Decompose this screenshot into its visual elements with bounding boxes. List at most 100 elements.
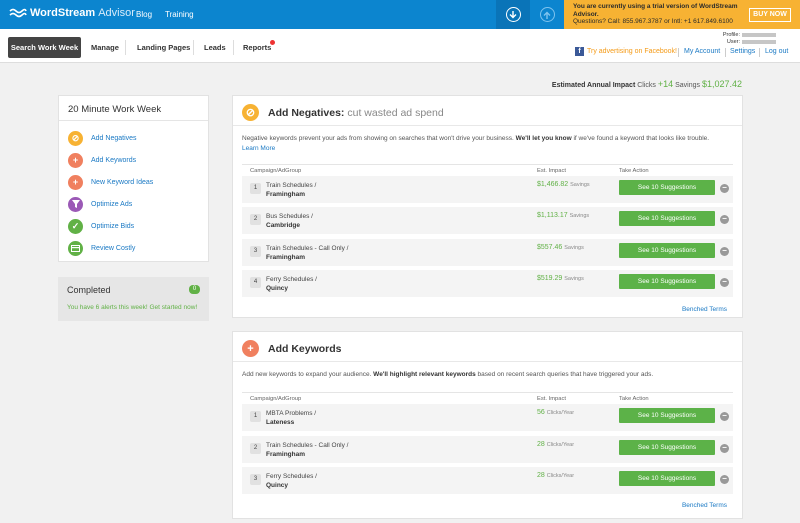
settings-link[interactable]: Settings — [730, 48, 755, 55]
my-account-link[interactable]: My Account — [684, 48, 720, 55]
row-campaign: Ferry Schedules / Quincy — [266, 472, 317, 490]
wordstream-logo[interactable]: WordStream Advisor — [9, 7, 135, 19]
plus-icon: + — [68, 174, 83, 190]
impact-unit: Savings — [564, 276, 584, 282]
tab-search-work-week[interactable]: Search Work Week — [8, 37, 81, 58]
tab-landing-pages[interactable]: Landing Pages — [137, 37, 190, 58]
card-title-text: Add Negatives: — [268, 107, 345, 119]
table-row: 2 Train Schedules - Call Only / Framingh… — [242, 436, 733, 463]
redacted-profile — [742, 32, 776, 37]
dismiss-icon[interactable]: − — [720, 475, 729, 484]
impact-unit: Clicks/Year — [546, 473, 575, 479]
completed-panel: Completed 0 You have 6 alerts this week!… — [58, 277, 209, 321]
tab-reports[interactable]: Reports — [243, 37, 271, 58]
impact-unit: Savings — [564, 245, 584, 251]
row-impact: 56 Clicks/Year — [537, 409, 574, 416]
upload-button[interactable] — [530, 0, 564, 29]
row-impact: 28 Clicks/Year — [537, 472, 574, 479]
description-text: if we've found a keyword that looks like… — [573, 135, 710, 142]
row-impact: 28 Clicks/Year — [537, 441, 574, 448]
sidebar-item-label: Review Costly — [91, 244, 136, 252]
dismiss-icon[interactable]: − — [720, 247, 729, 256]
divider — [59, 120, 208, 121]
card-icon — [68, 240, 83, 256]
profile-info: Profile: User: — [723, 32, 776, 46]
benched-terms-link[interactable]: Benched Terms — [682, 502, 727, 509]
column-campaign: Campaign/AdGroup — [250, 168, 302, 174]
adgroup-name: Quincy — [266, 285, 289, 292]
support-phone: Questions? Call: 855.967.3787 or Intl: +… — [573, 18, 733, 25]
facebook-link[interactable]: Try advertising on Facebook! — [587, 48, 677, 55]
sidebar-item-label: Optimize Ads — [91, 200, 133, 208]
adgroup-name: Cambridge — [266, 222, 300, 229]
row-campaign: Train Schedules / Framingham — [266, 181, 316, 199]
row-impact: $519.29 Savings — [537, 275, 584, 282]
row-number: 3 — [250, 246, 261, 257]
divider — [678, 48, 679, 57]
see-suggestions-button[interactable]: See 10 Suggestions — [619, 471, 715, 486]
row-number: 1 — [250, 183, 261, 194]
completed-message[interactable]: You have 6 alerts this week! Get started… — [67, 304, 197, 311]
impact-value: $1,466.82 — [537, 181, 569, 188]
description-text: Add new keywords to expand your audience… — [242, 371, 372, 378]
description-bold: We'll highlight relevant keywords — [373, 371, 476, 378]
divider — [125, 40, 126, 55]
card-subtitle: cut wasted ad spend — [347, 107, 444, 119]
see-suggestions-button[interactable]: See 10 Suggestions — [619, 180, 715, 195]
dismiss-icon[interactable]: − — [720, 278, 729, 287]
no-entry-icon: ⊘ — [242, 104, 259, 121]
row-impact: $1,466.82 Savings — [537, 181, 590, 188]
nav-training[interactable]: Training — [165, 10, 194, 19]
see-suggestions-button[interactable]: See 10 Suggestions — [619, 243, 715, 258]
sidebar-item-add-negatives[interactable]: ⊘ Add Negatives — [68, 130, 137, 146]
sidebar-item-optimize-ads[interactable]: Optimize Ads — [68, 196, 132, 212]
see-suggestions-button[interactable]: See 10 Suggestions — [619, 440, 715, 455]
dismiss-icon[interactable]: − — [720, 184, 729, 193]
work-week-panel: 20 Minute Work Week ⊘ Add Negatives + Ad… — [58, 95, 209, 262]
logout-link[interactable]: Log out — [765, 48, 788, 55]
row-number: 2 — [250, 214, 261, 225]
row-number: 1 — [250, 411, 261, 422]
dismiss-icon[interactable]: − — [720, 215, 729, 224]
sidebar-item-optimize-bids[interactable]: ✓ Optimize Bids — [68, 218, 134, 234]
see-suggestions-button[interactable]: See 10 Suggestions — [619, 274, 715, 289]
benched-terms-link[interactable]: Benched Terms — [682, 306, 727, 313]
campaign-name: MBTA Problems / — [266, 410, 317, 417]
dismiss-icon[interactable]: − — [720, 412, 729, 421]
column-campaign: Campaign/AdGroup — [250, 396, 302, 402]
funnel-icon — [68, 196, 83, 212]
estimated-impact: Estimated Annual Impact Clicks +14 Savin… — [552, 79, 742, 89]
see-suggestions-button[interactable]: See 10 Suggestions — [619, 408, 715, 423]
notification-dot — [270, 40, 275, 45]
see-suggestions-button[interactable]: See 10 Suggestions — [619, 211, 715, 226]
campaign-name: Train Schedules - Call Only / — [266, 442, 349, 449]
adgroup-name: Quincy — [266, 482, 289, 489]
row-number: 2 — [250, 443, 261, 454]
check-icon: ✓ — [68, 218, 83, 234]
impact-value: $557.46 — [537, 244, 563, 251]
column-impact: Est. Impact — [537, 168, 566, 174]
divider — [725, 48, 726, 57]
divider — [759, 48, 760, 57]
sidebar-item-add-keywords[interactable]: + Add Keywords — [68, 152, 136, 168]
sidebar-item-new-keyword-ideas[interactable]: + New Keyword Ideas — [68, 174, 153, 190]
table-header: Campaign/AdGroup Est. Impact Take Action — [242, 164, 733, 176]
trial-message: You are currently using a trial version … — [573, 3, 738, 18]
top-bar: WordStream Advisor Blog Training You are… — [0, 0, 800, 29]
learn-more-link[interactable]: Learn More — [242, 145, 275, 152]
row-number: 3 — [250, 474, 261, 485]
divider — [233, 40, 234, 55]
buy-now-button[interactable]: BUY NOW — [749, 8, 791, 22]
card-title: Add Keywords — [268, 343, 342, 355]
row-campaign: MBTA Problems / Lateness — [266, 409, 316, 427]
nav-blog[interactable]: Blog — [136, 10, 152, 19]
sidebar-item-label: Add Keywords — [91, 156, 137, 164]
adgroup-name: Framingham — [266, 254, 306, 261]
download-button[interactable] — [496, 0, 530, 29]
adgroup-name: Framingham — [266, 451, 306, 458]
dismiss-icon[interactable]: − — [720, 444, 729, 453]
table-header: Campaign/AdGroup Est. Impact Take Action — [242, 392, 733, 404]
tab-leads[interactable]: Leads — [204, 37, 226, 58]
sidebar-item-review-costly[interactable]: Review Costly — [68, 240, 135, 256]
tab-manage[interactable]: Manage — [91, 37, 119, 58]
